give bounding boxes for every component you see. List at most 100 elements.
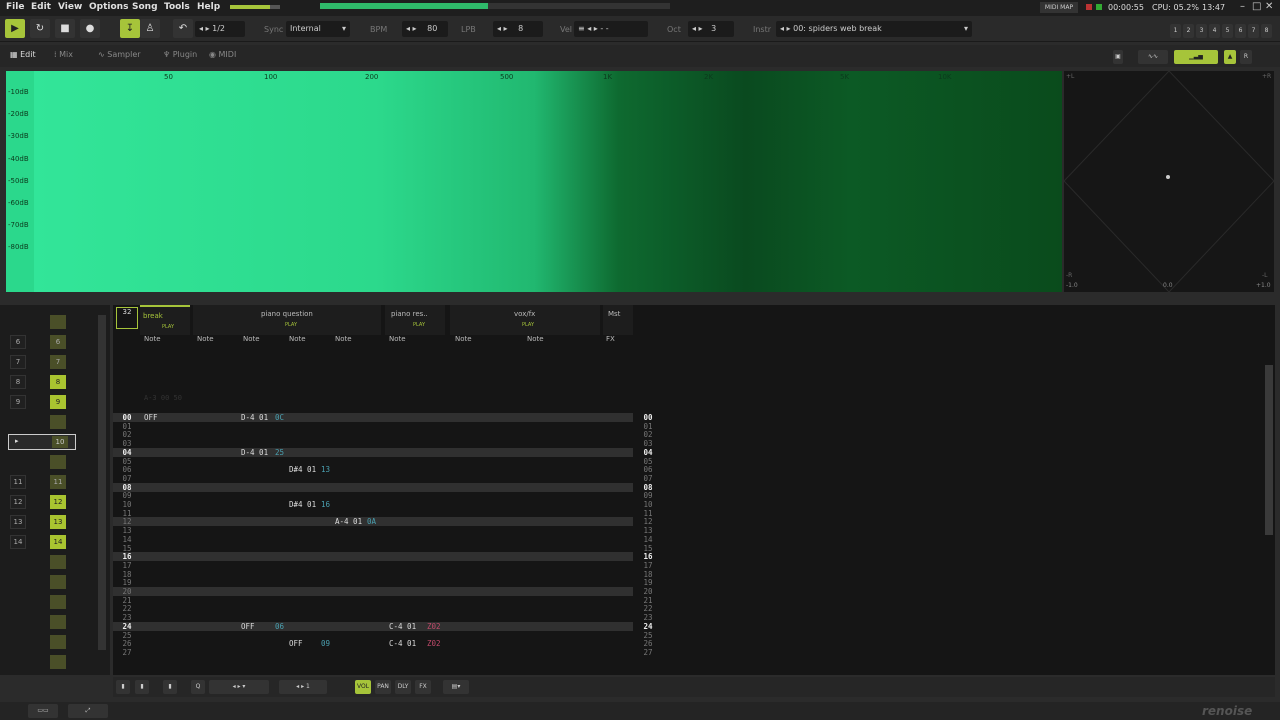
pattern-cell[interactable]: D-4 01 xyxy=(241,413,268,422)
table-row[interactable] xyxy=(113,552,633,562)
track-header-vox-fx[interactable]: vox/fx PLAY xyxy=(450,305,600,335)
layout-preset-4[interactable]: 4 xyxy=(1209,24,1220,38)
sequence-slot[interactable] xyxy=(50,615,66,629)
current-sequence-row[interactable]: ▸ 10 xyxy=(8,434,76,450)
table-row[interactable] xyxy=(113,422,633,431)
pattern-cell[interactable]: 0C xyxy=(275,413,284,422)
layout-preset-2[interactable]: 2 xyxy=(1183,24,1194,38)
volume-slider[interactable] xyxy=(230,5,280,9)
track-header-break[interactable]: break PLAY xyxy=(140,305,190,335)
expand-icon[interactable]: ⤢ xyxy=(68,704,108,718)
tab-mix[interactable]: ⁞ Mix xyxy=(54,50,73,59)
sequencer-scrollbar[interactable] xyxy=(98,315,106,650)
pattern-cell[interactable]: OFF xyxy=(289,639,303,648)
table-row[interactable] xyxy=(113,474,633,483)
sync-select[interactable]: Internal ▾ xyxy=(286,21,350,37)
menu-help[interactable]: Help xyxy=(197,2,220,12)
sequence-slot[interactable] xyxy=(50,555,66,569)
edit-step-field[interactable]: ◂ ▸ 1/2 xyxy=(195,21,245,37)
pattern-cell[interactable]: Z02 xyxy=(427,639,441,648)
record-button[interactable]: ● xyxy=(80,19,100,38)
play-button[interactable]: ▶ xyxy=(5,19,25,38)
table-row[interactable] xyxy=(113,457,633,466)
layout-preset-8[interactable]: 8 xyxy=(1261,24,1272,38)
lpb-field[interactable]: ◂ ▸ 8 xyxy=(493,21,543,37)
step-field[interactable]: ◂ ▸ 1 xyxy=(279,680,327,694)
pan-toggle[interactable]: PAN xyxy=(375,680,391,694)
fx-toggle[interactable]: FX xyxy=(415,680,431,694)
sequence-slot[interactable]: 14 xyxy=(50,535,66,549)
undo-icon[interactable]: ↶ xyxy=(173,19,193,38)
sequence-slot[interactable]: 11 xyxy=(50,475,66,489)
pattern-cell[interactable]: 13 xyxy=(321,465,330,474)
sequence-slot[interactable] xyxy=(50,455,66,469)
table-row[interactable] xyxy=(113,491,633,500)
scope-toggle-icon[interactable]: ∿∿ xyxy=(1138,50,1168,64)
table-row[interactable] xyxy=(113,544,633,553)
table-row[interactable] xyxy=(113,526,633,535)
pattern-cell[interactable]: C-4 01 xyxy=(389,639,416,648)
spectrum-toggle-icon[interactable]: ▁▃▅ xyxy=(1174,50,1218,64)
column-settings-icon[interactable]: ▤▾ xyxy=(443,680,469,694)
menu-tools[interactable]: Tools xyxy=(164,2,190,12)
sequence-slot[interactable]: 9 xyxy=(50,395,66,409)
tab-midi[interactable]: ◉ MIDI xyxy=(209,50,236,59)
table-row[interactable] xyxy=(113,570,633,579)
sequence-slot[interactable]: 12 xyxy=(50,495,66,509)
pattern-cell[interactable]: OFF xyxy=(144,413,158,422)
table-row[interactable] xyxy=(113,613,633,622)
instrument-select[interactable]: ◂ ▸ 00: spiders web break ▾ xyxy=(776,21,972,37)
tab-edit[interactable]: ▦ Edit xyxy=(10,50,36,59)
midi-map-button[interactable]: MIDI MAP xyxy=(1040,2,1078,13)
table-row[interactable] xyxy=(113,648,633,657)
toggle-icon[interactable]: ▮ xyxy=(135,680,149,694)
pattern-cell[interactable]: C-4 01 xyxy=(389,622,416,631)
track-header-master[interactable]: Mst xyxy=(603,305,633,335)
table-row[interactable] xyxy=(113,482,633,492)
sequence-slot[interactable] xyxy=(50,575,66,589)
menu-song[interactable]: Song xyxy=(132,2,158,12)
toggle-icon[interactable]: ▮ xyxy=(163,680,177,694)
pattern-cell[interactable]: D#4 01 xyxy=(289,500,316,509)
table-row[interactable] xyxy=(113,447,633,457)
sequence-slot[interactable] xyxy=(50,635,66,649)
pattern-cell[interactable]: 25 xyxy=(275,448,284,457)
velocity-field[interactable]: ≡ ◂ ▸ - - xyxy=(574,21,648,37)
table-row[interactable] xyxy=(113,430,633,439)
octave-field[interactable]: ◂ ▸ 3 xyxy=(688,21,734,37)
layout-preset-5[interactable]: 5 xyxy=(1222,24,1233,38)
table-row[interactable] xyxy=(113,639,633,648)
metronome-button[interactable]: ♙ xyxy=(140,19,160,38)
arrow-up-icon[interactable]: ▲ xyxy=(1224,50,1236,64)
pattern-cell[interactable]: 0A xyxy=(367,517,376,526)
quantize-button[interactable]: Q xyxy=(191,680,205,694)
table-row[interactable] xyxy=(113,535,633,544)
pattern-scrollbar[interactable] xyxy=(1265,365,1273,535)
menu-file[interactable]: File xyxy=(6,2,24,12)
sequence-slot[interactable]: 8 xyxy=(50,375,66,389)
song-position-bar[interactable] xyxy=(320,3,670,9)
pattern-cell[interactable]: 06 xyxy=(275,622,284,631)
pattern-cell[interactable]: 09 xyxy=(321,639,330,648)
pattern-cell[interactable]: OFF xyxy=(241,622,255,631)
table-row[interactable] xyxy=(113,578,633,587)
disk-icon[interactable]: ▣ xyxy=(1113,50,1123,64)
dly-toggle[interactable]: DLY xyxy=(395,680,411,694)
sequence-slot[interactable]: 13 xyxy=(50,515,66,529)
table-row[interactable] xyxy=(113,413,633,422)
layout-preset-3[interactable]: 3 xyxy=(1196,24,1207,38)
pattern-cell[interactable]: Z02 xyxy=(427,622,441,631)
pattern-lines[interactable]: 32 xyxy=(116,307,138,329)
sequence-slot[interactable] xyxy=(50,655,66,669)
table-row[interactable] xyxy=(113,596,633,605)
toggle-icon[interactable]: ▮ xyxy=(116,680,130,694)
menu-edit[interactable]: Edit xyxy=(31,2,51,12)
track-header-piano-res[interactable]: piano res.. PLAY xyxy=(385,305,445,335)
pattern-cell[interactable]: 16 xyxy=(321,500,330,509)
close-icon[interactable]: ✕ xyxy=(1265,1,1273,12)
follow-button[interactable]: ↧ xyxy=(120,19,140,38)
table-row[interactable] xyxy=(113,631,633,640)
tab-plugin[interactable]: ♆ Plugin xyxy=(163,50,197,59)
track-header-piano-question[interactable]: piano question PLAY xyxy=(193,305,381,335)
minimize-icon[interactable]: – xyxy=(1240,1,1245,12)
